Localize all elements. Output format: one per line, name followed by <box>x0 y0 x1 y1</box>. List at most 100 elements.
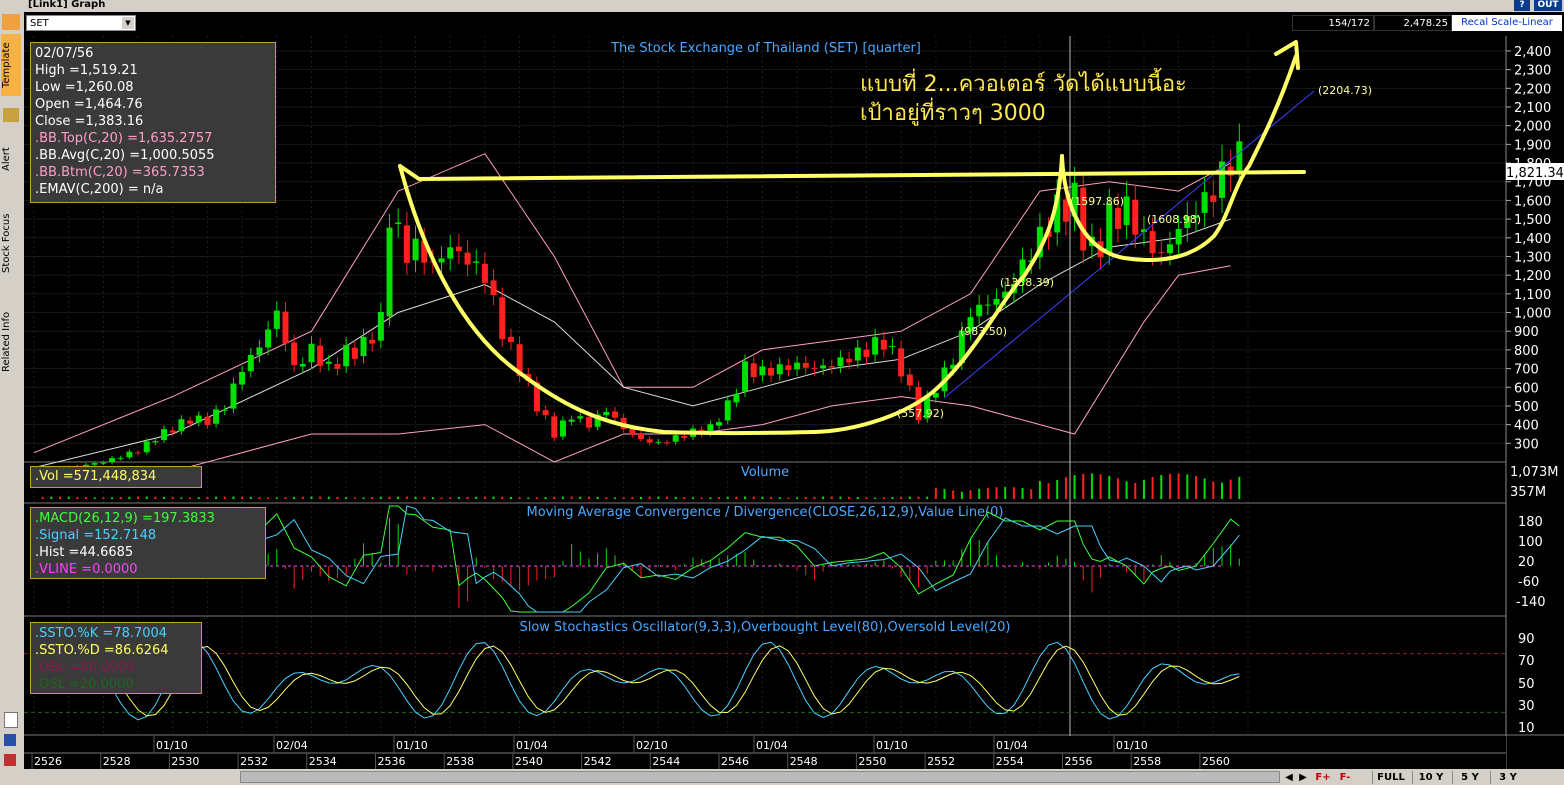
candle-body <box>299 364 306 367</box>
candle-body <box>1236 141 1243 171</box>
stoch-tick-90: 90 <box>1518 632 1535 647</box>
x-year-label: 2536 <box>378 755 406 768</box>
tab-stock-focus[interactable]: Stock Focus <box>1 198 21 288</box>
annotation-1597: (1597.86) <box>1070 195 1124 208</box>
candle-body <box>1201 192 1208 213</box>
zoom-in-button[interactable]: F+ <box>1312 771 1334 784</box>
x-year-label: 2544 <box>652 755 680 768</box>
recal-scale-button[interactable]: Recal Scale-Linear <box>1452 15 1562 31</box>
price-tick-label: 700 <box>1514 363 1539 378</box>
x-year-label: 2540 <box>515 755 543 768</box>
price-tick-label: 800 <box>1514 344 1539 359</box>
candle-body <box>126 451 133 458</box>
info-signal: .Signal =152.7148 <box>35 528 157 543</box>
volume-bar <box>1004 487 1007 499</box>
candle-body <box>638 433 644 439</box>
x-year-label: 2546 <box>721 755 749 768</box>
candle-body <box>100 462 107 464</box>
tab-alert[interactable]: Alert <box>1 130 21 188</box>
info-close: Close =1,383.16 <box>35 114 144 129</box>
candle-body <box>221 409 228 411</box>
volume-bar <box>1090 473 1093 499</box>
volume-bar <box>882 497 885 499</box>
volume-bar <box>431 497 434 499</box>
candle-body <box>464 252 471 265</box>
tab-related-info[interactable]: Related Info <box>1 302 21 382</box>
range-10y-button[interactable]: 10 Y <box>1412 771 1449 784</box>
volume-bar <box>804 497 807 499</box>
volume-bar <box>570 496 573 499</box>
candle-body <box>742 361 749 392</box>
x-month-label: 02/10 <box>636 739 668 752</box>
candle-body <box>1166 244 1173 254</box>
tab-template[interactable]: Template <box>1 34 21 96</box>
save-icon[interactable] <box>4 734 16 746</box>
volume-bar <box>145 496 148 499</box>
volume-bar <box>258 497 261 499</box>
candle-body <box>585 417 592 428</box>
candle-body <box>984 304 991 306</box>
candle-body <box>672 435 679 442</box>
zoom-out-button[interactable]: F- <box>1334 771 1356 784</box>
volume-bar <box>605 497 608 499</box>
candle-body <box>187 420 194 424</box>
volume-bar <box>163 496 166 499</box>
volume-bar <box>535 497 538 499</box>
candle-body <box>412 238 419 261</box>
new-document-icon[interactable] <box>4 712 18 728</box>
candle-body <box>256 347 263 356</box>
volume-bar <box>449 497 452 499</box>
volume-bar <box>275 497 278 499</box>
volume-bar <box>1116 478 1119 499</box>
candle-body <box>369 339 376 344</box>
range-5y-button[interactable]: 5 Y <box>1452 771 1487 784</box>
symbol-combo[interactable]: SET ▼ <box>26 15 136 31</box>
price-tick-label: 600 <box>1514 381 1539 396</box>
bottom-bar: ◀ ▶ F+ F- FULL 10 Y 5 Y 3 Y <box>24 769 1564 785</box>
volume-bar <box>613 497 616 499</box>
volume-bar <box>587 496 590 499</box>
candle-body <box>239 371 246 385</box>
volume-bar <box>111 497 114 499</box>
volume-bar <box>596 496 599 499</box>
volume-bar <box>926 496 929 499</box>
candle-body <box>993 298 1000 305</box>
volume-bar <box>1108 475 1111 499</box>
horizontal-scrollbar[interactable] <box>240 771 1280 783</box>
candle-body <box>1158 252 1165 254</box>
bell-icon[interactable] <box>3 108 19 122</box>
scroll-right-icon[interactable]: ▶ <box>1296 771 1310 784</box>
candle-body <box>447 247 454 259</box>
price-tick-label: 1,600 <box>1514 194 1551 209</box>
candle-body <box>291 342 298 366</box>
annotation-983: (983.50) <box>960 325 1007 338</box>
volume-bar <box>284 497 287 499</box>
candle-body <box>733 393 740 403</box>
candle-body <box>325 361 332 364</box>
volume-bar <box>891 496 894 499</box>
folder-icon[interactable] <box>2 14 20 30</box>
chevron-down-icon[interactable]: ▼ <box>122 17 134 29</box>
candle-body <box>646 439 653 443</box>
help-button[interactable]: ? <box>1514 0 1530 11</box>
volume-bar <box>960 491 963 499</box>
scroll-left-icon[interactable]: ◀ <box>1282 771 1296 784</box>
x-year-label: 2550 <box>858 755 886 768</box>
candle-body <box>880 339 887 350</box>
out-button[interactable]: OUT <box>1534 0 1562 11</box>
candle-body <box>785 365 792 371</box>
candle-body <box>213 409 220 424</box>
info-obl: .OBL =80.0000 <box>35 660 135 675</box>
volume-bar <box>1151 477 1154 499</box>
volume-bar <box>180 497 183 499</box>
range-3y-button[interactable]: 3 Y <box>1490 771 1525 784</box>
symbol-value: SET <box>30 18 49 29</box>
handwritten-note-line1: แบบที่ 2...ควอเตอร์ วัดได้แบบนี้อะ <box>860 68 1187 97</box>
print-icon[interactable] <box>4 754 16 766</box>
candle-body <box>1149 231 1156 254</box>
volume-bar <box>1160 474 1163 499</box>
range-full-button[interactable]: FULL <box>1372 771 1409 784</box>
volume-bar <box>232 496 235 499</box>
volume-bar <box>622 497 625 499</box>
volume-bar <box>76 496 79 499</box>
